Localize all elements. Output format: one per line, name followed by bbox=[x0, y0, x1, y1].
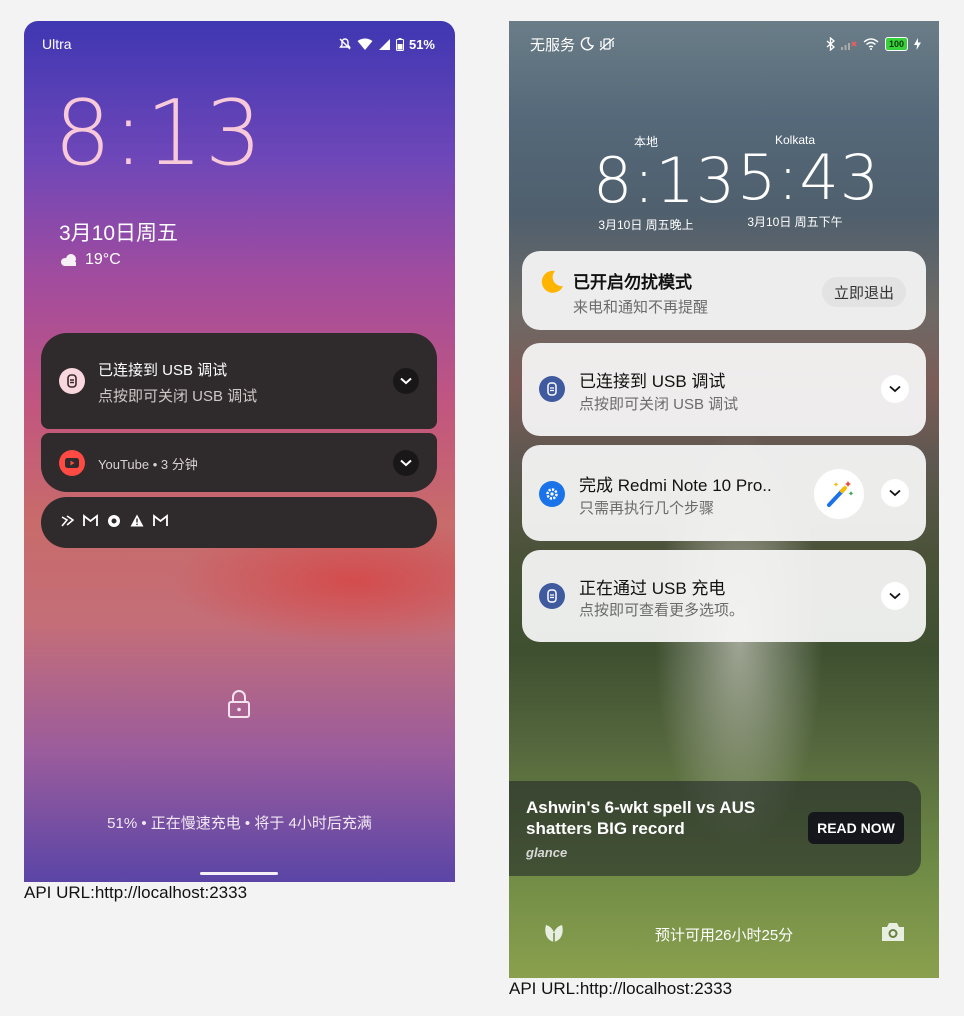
clock-date: 3月10日 周五下午 bbox=[747, 215, 843, 229]
read-now-button[interactable]: READ NOW bbox=[808, 812, 904, 844]
clock-time: 8:13 bbox=[593, 144, 737, 217]
wifi-icon bbox=[357, 38, 373, 50]
home-indicator[interactable] bbox=[200, 872, 278, 875]
charging-status: 51% • 正在慢速充电 • 将于 4小时后充满 bbox=[107, 815, 372, 832]
glance-logo: glance bbox=[526, 845, 568, 860]
weather: 19°C bbox=[59, 251, 121, 269]
gear-icon bbox=[539, 481, 565, 507]
lockscreen-right: 无服务 100 本地 8:13 3月10日 周五晚上 Kolkata 5:43 … bbox=[509, 21, 939, 978]
battery-estimate: 预计可用26小时25分 bbox=[654, 927, 794, 944]
notification-dnd[interactable]: 已开启勿扰模式 来电和通知不再提醒 立即退出 bbox=[522, 251, 926, 330]
gmail-icon bbox=[153, 514, 168, 526]
clock-time: 5:43 bbox=[737, 141, 881, 214]
weather-temp: 19°C bbox=[85, 251, 121, 268]
exit-dnd-button[interactable]: 立即退出 bbox=[822, 277, 906, 307]
magic-wand-icon bbox=[814, 469, 864, 519]
charging-bolt-icon bbox=[914, 38, 921, 50]
gmail-icon bbox=[83, 514, 98, 526]
lock-clock: 8:13 bbox=[54, 81, 265, 186]
overflow-icons bbox=[61, 514, 168, 528]
notification-overflow-shelf[interactable] bbox=[41, 497, 437, 548]
notification-usb-charging[interactable]: 正在通过 USB 充电 点按即可查看更多选项。 bbox=[522, 550, 926, 642]
wifi-icon bbox=[863, 38, 879, 50]
chevron-down-icon[interactable] bbox=[393, 450, 419, 476]
camera-icon[interactable] bbox=[880, 921, 906, 948]
notification-title: 已连接到 USB 调试 bbox=[98, 362, 228, 379]
dnd-subtitle: 来电和通知不再提醒 bbox=[573, 299, 709, 316]
clock-kolkata: Kolkata 5:43 3月10日 周五下午 bbox=[737, 133, 881, 230]
signal-icon bbox=[378, 38, 390, 50]
carrier-label: Ultra bbox=[42, 36, 72, 52]
lockscreen-left: Ultra 51% 8:13 3月10日周五 19°C 已连接到 USB 调试 … bbox=[24, 21, 455, 882]
story-headline: Ashwin's 6-wkt spell vs AUS shatters BIG… bbox=[526, 798, 756, 838]
status-icons: 51% bbox=[338, 37, 435, 52]
notification-setup[interactable]: 完成 Redmi Note 10 Pro.. 只需再执行几个步骤 bbox=[522, 445, 926, 541]
notification-usb-debug[interactable]: 已连接到 USB 调试 点按即可关闭 USB 调试 bbox=[41, 333, 437, 429]
notification-subtitle: 点按即可关闭 USB 调试 bbox=[98, 388, 258, 405]
lock-icon[interactable] bbox=[227, 689, 251, 724]
no-service-label: 无服务 bbox=[530, 36, 576, 54]
lock-date: 3月10日周五 bbox=[59, 222, 179, 245]
clock-date: 3月10日 周五晚上 bbox=[598, 218, 694, 232]
chevron-down-icon[interactable] bbox=[393, 368, 419, 394]
api-url-label: API URL:http://localhost:2333 bbox=[24, 883, 248, 902]
notification-subtitle: 点按即可关闭 USB 调试 bbox=[579, 396, 739, 413]
usb-icon bbox=[539, 376, 565, 402]
clock-local: 本地 8:13 3月10日 周五晚上 bbox=[593, 133, 737, 233]
notification-youtube[interactable]: YouTube • 3 分钟 bbox=[41, 433, 437, 492]
status-left: 无服务 bbox=[530, 34, 615, 55]
notification-subtitle: 点按即可查看更多选项。 bbox=[579, 602, 745, 619]
glance-story-card[interactable]: Ashwin's 6-wkt spell vs AUS shatters BIG… bbox=[509, 781, 921, 876]
battery-level: 100 bbox=[884, 37, 908, 51]
status-bar: Ultra 51% bbox=[42, 35, 435, 53]
notification-subtitle: 只需再执行几个步骤 bbox=[579, 500, 715, 517]
notification-title: 已连接到 USB 调试 bbox=[579, 372, 726, 391]
notification-title: 正在通过 USB 充电 bbox=[579, 579, 726, 598]
notification-title: YouTube • 3 分钟 bbox=[98, 457, 198, 472]
chevron-down-icon[interactable] bbox=[881, 375, 909, 403]
bell-off-icon bbox=[339, 38, 351, 50]
api-url-label: API URL:http://localhost:2333 bbox=[509, 979, 733, 998]
signal-off-icon bbox=[840, 41, 857, 50]
vibrate-off-icon bbox=[599, 37, 615, 51]
status-right: 100 bbox=[826, 37, 921, 51]
chevron-down-icon[interactable] bbox=[881, 479, 909, 507]
notification-usb-debug[interactable]: 已连接到 USB 调试 点按即可关闭 USB 调试 bbox=[522, 343, 926, 436]
battery-icon bbox=[395, 37, 404, 51]
notification-title: 完成 Redmi Note 10 Pro.. bbox=[579, 476, 772, 495]
chrome-icon bbox=[108, 515, 120, 527]
chevron-down-icon[interactable] bbox=[881, 582, 909, 610]
youtube-icon bbox=[59, 450, 85, 476]
warning-icon bbox=[130, 514, 144, 527]
cloud-icon bbox=[61, 254, 76, 266]
moon-icon bbox=[539, 269, 565, 295]
status-bar: 无服务 100 bbox=[530, 34, 921, 55]
battery-percent: 51% bbox=[408, 36, 435, 52]
usb-icon bbox=[59, 368, 85, 394]
moon-icon bbox=[580, 37, 595, 51]
usb-icon bbox=[539, 583, 565, 609]
bluetooth-icon bbox=[826, 37, 835, 51]
nav-icon bbox=[61, 515, 74, 527]
dnd-title: 已开启勿扰模式 bbox=[573, 273, 692, 292]
